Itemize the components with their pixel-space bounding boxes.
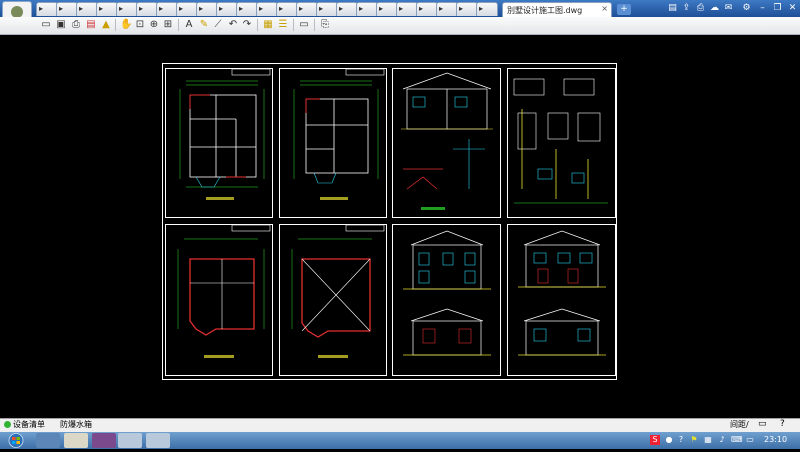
tab-21[interactable]: ▸ xyxy=(436,2,458,16)
toolbar-separator xyxy=(314,19,315,31)
tab-6[interactable]: ▸ xyxy=(136,2,158,16)
pane-roof-structure-plan[interactable] xyxy=(165,224,273,376)
close-tab-icon[interactable]: × xyxy=(601,4,608,13)
tab-1[interactable]: ▸ xyxy=(36,2,58,16)
device-list-tab[interactable]: 设备清单 xyxy=(13,419,45,430)
tab-5[interactable]: ▸ xyxy=(116,2,138,16)
zoom-in-icon[interactable]: ⊕ xyxy=(148,19,160,31)
tab-17[interactable]: ▸ xyxy=(356,2,378,16)
tab-20[interactable]: ▸ xyxy=(416,2,438,16)
tab-4[interactable]: ▸ xyxy=(96,2,118,16)
display-tray-icon[interactable]: ▭ xyxy=(745,435,755,445)
tray-blue-icon[interactable]: ● xyxy=(664,435,674,445)
folder-open-icon[interactable]: ▤ xyxy=(667,3,678,14)
volume-tray-icon[interactable]: ♪ xyxy=(717,435,727,445)
redo-icon[interactable]: ↷ xyxy=(241,19,253,31)
tab-2[interactable]: ▸ xyxy=(56,2,78,16)
tab-7[interactable]: ▸ xyxy=(156,2,178,16)
pane-details[interactable] xyxy=(507,68,616,218)
share-icon[interactable]: ⇪ xyxy=(681,3,692,14)
active-tab-title: 別墅设计施工图.dwg xyxy=(507,6,583,15)
tab-16[interactable]: ▸ xyxy=(336,2,358,16)
export-icon[interactable]: ▤ xyxy=(85,19,97,31)
tab-12[interactable]: ▸ xyxy=(256,2,278,16)
tab-18[interactable]: ▸ xyxy=(376,2,398,16)
tab-13[interactable]: ▸ xyxy=(276,2,298,16)
pane-sections[interactable] xyxy=(392,68,501,218)
settings-icon[interactable]: ⚙ xyxy=(741,3,752,14)
window-minimize-icon[interactable]: – xyxy=(757,3,768,14)
tab-10[interactable]: ▸ xyxy=(216,2,238,16)
avatar-taskbar-icon[interactable] xyxy=(64,433,88,448)
window-close-icon[interactable]: ✕ xyxy=(787,3,798,14)
status-bar xyxy=(0,418,800,433)
winrar-taskbar-icon[interactable] xyxy=(92,433,116,448)
tab-8[interactable]: ▸ xyxy=(176,2,198,16)
lock-icon[interactable]: ▲ xyxy=(100,19,112,31)
toolbar-separator xyxy=(257,19,258,31)
zoom-extents-icon[interactable]: ⊞ xyxy=(162,19,174,31)
tab-23[interactable]: ▸ xyxy=(476,2,498,16)
tab-active-drawing[interactable]: 別墅设计施工图.dwg × xyxy=(502,2,612,17)
new-tab-button[interactable]: + xyxy=(617,4,631,15)
flag-tray-icon[interactable]: ⚑ xyxy=(689,435,699,445)
measure-icon[interactable]: ⟋ xyxy=(212,19,224,31)
zoom-window-icon[interactable]: ⊡ xyxy=(134,19,146,31)
text-tool-icon[interactable]: A xyxy=(183,19,195,31)
open-file-icon[interactable]: ▭ xyxy=(40,19,52,31)
mail-icon[interactable]: ✉ xyxy=(723,3,734,14)
tab-11[interactable]: ▸ xyxy=(236,2,258,16)
properties-icon[interactable]: ☰ xyxy=(277,19,289,31)
layers-icon[interactable]: ▦ xyxy=(262,19,274,31)
cloud-icon[interactable]: ☁ xyxy=(709,3,720,14)
pane-front-elevations[interactable] xyxy=(392,224,501,376)
start-button-icon[interactable] xyxy=(2,432,30,449)
tab-19[interactable]: ▸ xyxy=(396,2,418,16)
pane-roof-plan[interactable] xyxy=(279,224,387,376)
viewer-taskbar-icon[interactable] xyxy=(146,433,170,448)
save-icon[interactable]: ▣ xyxy=(55,19,67,31)
pane-second-floor-plan[interactable] xyxy=(279,68,387,218)
network-tray-icon[interactable]: ▦ xyxy=(703,435,713,445)
toolbar-separator xyxy=(178,19,179,31)
pane-side-elevations[interactable] xyxy=(507,224,616,376)
pane-first-floor-plan[interactable] xyxy=(165,68,273,218)
toolbar-separator xyxy=(115,19,116,31)
window-restore-icon[interactable]: ❐ xyxy=(772,3,783,14)
tab-22[interactable]: ▸ xyxy=(456,2,478,16)
tab-9[interactable]: ▸ xyxy=(196,2,218,16)
keyboard-tray-icon[interactable]: ⌨ xyxy=(731,435,743,445)
chat-icon[interactable]: ▭ xyxy=(758,419,770,430)
hand-pan-icon[interactable]: ✋ xyxy=(120,19,132,31)
layouts-icon[interactable]: ▭ xyxy=(298,19,310,31)
paint-taskbar-icon[interactable] xyxy=(118,433,142,448)
tab-3[interactable]: ▸ xyxy=(76,2,98,16)
pencil-icon[interactable]: ✎ xyxy=(198,19,210,31)
status-indicator-icon xyxy=(4,421,11,428)
sogou-input-icon[interactable]: S xyxy=(650,435,660,445)
explorer-taskbar-icon[interactable] xyxy=(36,433,60,448)
tab-15[interactable]: ▸ xyxy=(316,2,338,16)
help-tray-icon[interactable]: ? xyxy=(676,435,686,445)
undo-icon[interactable]: ↶ xyxy=(227,19,239,31)
print-icon[interactable]: ⎙ xyxy=(70,19,82,31)
print-icon[interactable]: ⎙ xyxy=(695,3,706,14)
spacing-readout[interactable]: 间距/ xyxy=(730,419,749,430)
export-pdf-icon[interactable]: ⎘ xyxy=(319,19,331,31)
toolbar-separator xyxy=(293,19,294,31)
taskbar-clock[interactable]: 23:10 xyxy=(764,435,787,444)
watermark-tab[interactable]: 防爆水箱 xyxy=(60,419,92,430)
tab-14[interactable]: ▸ xyxy=(296,2,318,16)
help-icon[interactable]: ? xyxy=(780,419,792,430)
